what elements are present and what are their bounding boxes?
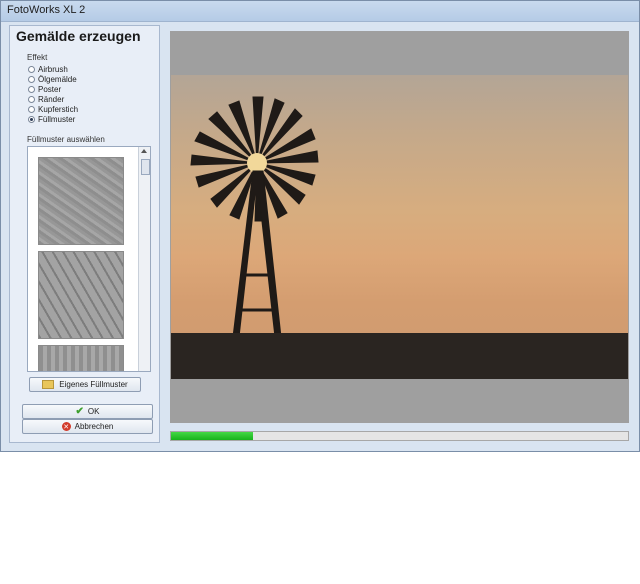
pattern-scrollbar[interactable]	[138, 147, 150, 371]
radio-kupferstich[interactable]: Kupferstich	[28, 104, 78, 114]
cancel-button[interactable]: ✕ Abbrechen	[22, 419, 153, 434]
custom-pattern-label: Eigenes Füllmuster	[59, 380, 128, 389]
settings-panel: Gemälde erzeugen Effekt Airbrush Ölgemäl…	[9, 25, 160, 443]
cancel-circle-icon: ✕	[61, 422, 71, 431]
radio-airbrush[interactable]: Airbrush	[28, 64, 68, 74]
pattern-list[interactable]	[27, 146, 151, 372]
pattern-thumbnail[interactable]	[38, 251, 124, 339]
cancel-label: Abbrechen	[74, 422, 114, 431]
progress-fill	[171, 432, 254, 440]
title-bar: FotoWorks XL 2	[1, 1, 639, 22]
effect-group-label: Effekt	[27, 53, 48, 62]
radio-button[interactable]	[28, 95, 35, 103]
pattern-thumbnail[interactable]	[38, 345, 124, 371]
radio-poster[interactable]: Poster	[28, 84, 61, 94]
radio-label-airbrush: Airbrush	[38, 64, 68, 74]
panel-heading: Gemälde erzeugen	[16, 28, 141, 44]
ok-label: OK	[87, 407, 100, 416]
custom-pattern-button[interactable]: Eigenes Füllmuster	[29, 377, 141, 392]
radio-button[interactable]	[28, 105, 35, 113]
radio-oelgemaelde[interactable]: Ölgemälde	[28, 74, 77, 84]
ok-button[interactable]: ✔ OK	[22, 404, 153, 419]
preview-image	[171, 75, 628, 379]
scrollbar-thumb[interactable]	[141, 159, 150, 175]
radio-fuellmuster[interactable]: Füllmuster	[28, 114, 75, 124]
radio-label-kupferstich: Kupferstich	[38, 104, 79, 114]
progress-bar	[170, 431, 629, 441]
radio-label-poster: Poster	[38, 84, 62, 94]
radio-button[interactable]	[28, 85, 35, 93]
radio-button[interactable]	[28, 65, 35, 73]
window-title: FotoWorks XL 2	[7, 4, 86, 16]
fotoworks-window: FotoWorks XL 2 Gemälde erzeugen Effekt A…	[0, 0, 640, 452]
image-preview-area	[170, 31, 629, 423]
scroll-up-arrow-icon[interactable]	[141, 149, 147, 153]
checkmark-icon: ✔	[75, 406, 84, 417]
radio-label-oelgemaelde: Ölgemälde	[38, 74, 77, 84]
folder-icon	[42, 380, 55, 389]
radio-button[interactable]	[28, 75, 35, 83]
radio-label-raender: Ränder	[38, 94, 65, 104]
ground-silhouette	[171, 333, 628, 379]
pattern-group-label: Füllmuster auswählen	[27, 135, 105, 144]
radio-button-selected[interactable]	[28, 115, 35, 123]
pattern-thumbnail[interactable]	[38, 157, 124, 245]
radio-raender[interactable]: Ränder	[28, 94, 64, 104]
radio-label-fuellmuster: Füllmuster	[38, 114, 76, 124]
